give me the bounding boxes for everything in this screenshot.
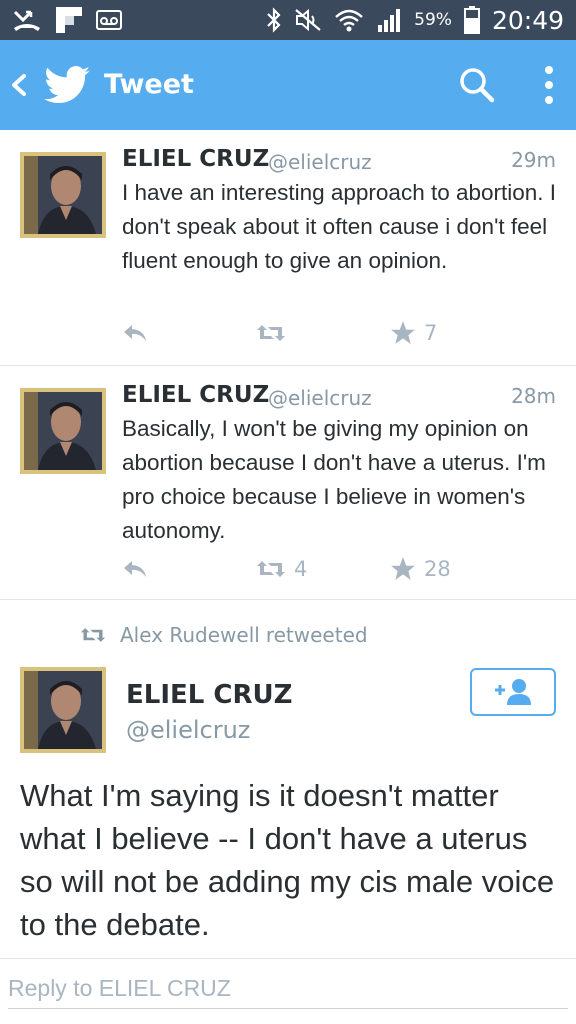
favorite-count: 7 <box>424 321 438 345</box>
reply-icon <box>124 325 146 341</box>
app-bar: Tweet <box>0 40 576 130</box>
avatar[interactable] <box>20 667 106 753</box>
retweet-icon <box>257 561 285 577</box>
reply-bar <box>0 958 576 1024</box>
retweet-button[interactable] <box>256 318 294 348</box>
star-icon <box>391 321 415 344</box>
avatar[interactable] <box>20 388 106 474</box>
flipboard-icon <box>56 7 82 33</box>
retweeter-name[interactable]: Alex Rudewell <box>120 623 260 647</box>
author-name[interactable]: ELIEL CRUZ <box>122 146 269 172</box>
retweet-icon <box>80 628 106 642</box>
tweet-actions: 7 <box>122 318 562 348</box>
author-name[interactable]: ELIEL CRUZ <box>122 382 269 408</box>
battery-icon <box>463 6 480 34</box>
back-button[interactable] <box>8 66 30 104</box>
reply-icon <box>124 561 146 577</box>
author-handle[interactable]: @elielcruz <box>268 386 372 410</box>
author-handle[interactable]: @elielcruz <box>126 716 250 744</box>
reply-input[interactable] <box>8 969 568 1009</box>
page-title: Tweet <box>104 69 194 100</box>
tweet-timestamp: 29m <box>511 148 556 172</box>
signal-icon <box>378 9 401 32</box>
favorite-button[interactable]: 28 <box>390 554 451 584</box>
more-options-button[interactable] <box>538 64 560 106</box>
avatar[interactable] <box>20 152 106 238</box>
search-button[interactable] <box>458 66 496 104</box>
status-bar: 59% 20:49 <box>0 0 576 40</box>
star-icon <box>391 557 415 580</box>
favorite-count: 28 <box>424 557 451 581</box>
retweet-icon <box>257 325 285 341</box>
author-handle[interactable]: @elielcruz <box>268 150 372 174</box>
favorite-button[interactable]: 7 <box>390 318 437 348</box>
author-name[interactable]: ELIEL CRUZ <box>126 680 292 710</box>
tweet[interactable]: ELIEL CRUZ @elielcruz 29m I have an inte… <box>0 130 576 366</box>
mute-icon <box>295 8 321 32</box>
reply-button[interactable] <box>122 318 148 348</box>
battery-percent: 59% <box>414 10 452 30</box>
twitter-bird-icon <box>44 66 90 104</box>
missed-call-icon <box>13 10 40 31</box>
retweet-context: Alex Rudewell retweeted <box>80 622 368 648</box>
retweeted-label: retweeted <box>265 623 368 647</box>
retweet-count: 4 <box>294 557 308 581</box>
tweet-text: I have an interesting approach to aborti… <box>122 180 557 273</box>
search-icon <box>460 68 495 103</box>
wifi-icon <box>335 9 363 32</box>
more-vertical-icon <box>545 66 553 104</box>
bluetooth-icon <box>267 7 281 33</box>
voicemail-icon <box>96 10 122 30</box>
retweet-button[interactable]: 4 <box>256 554 307 584</box>
tweet-text: What I'm saying is it doesn't matter wha… <box>20 778 555 942</box>
tweet[interactable]: ELIEL CRUZ @elielcruz 28m Basically, I w… <box>0 366 576 600</box>
follow-button[interactable] <box>470 668 556 716</box>
tweet-text: Basically, I won't be giving my opinion … <box>122 416 546 543</box>
tweet-timestamp: 28m <box>511 384 556 408</box>
add-user-icon <box>495 679 531 705</box>
back-icon <box>12 74 26 96</box>
clock: 20:49 <box>491 5 564 35</box>
reply-button[interactable] <box>122 554 148 584</box>
tweet-actions: 4 28 <box>122 554 562 584</box>
